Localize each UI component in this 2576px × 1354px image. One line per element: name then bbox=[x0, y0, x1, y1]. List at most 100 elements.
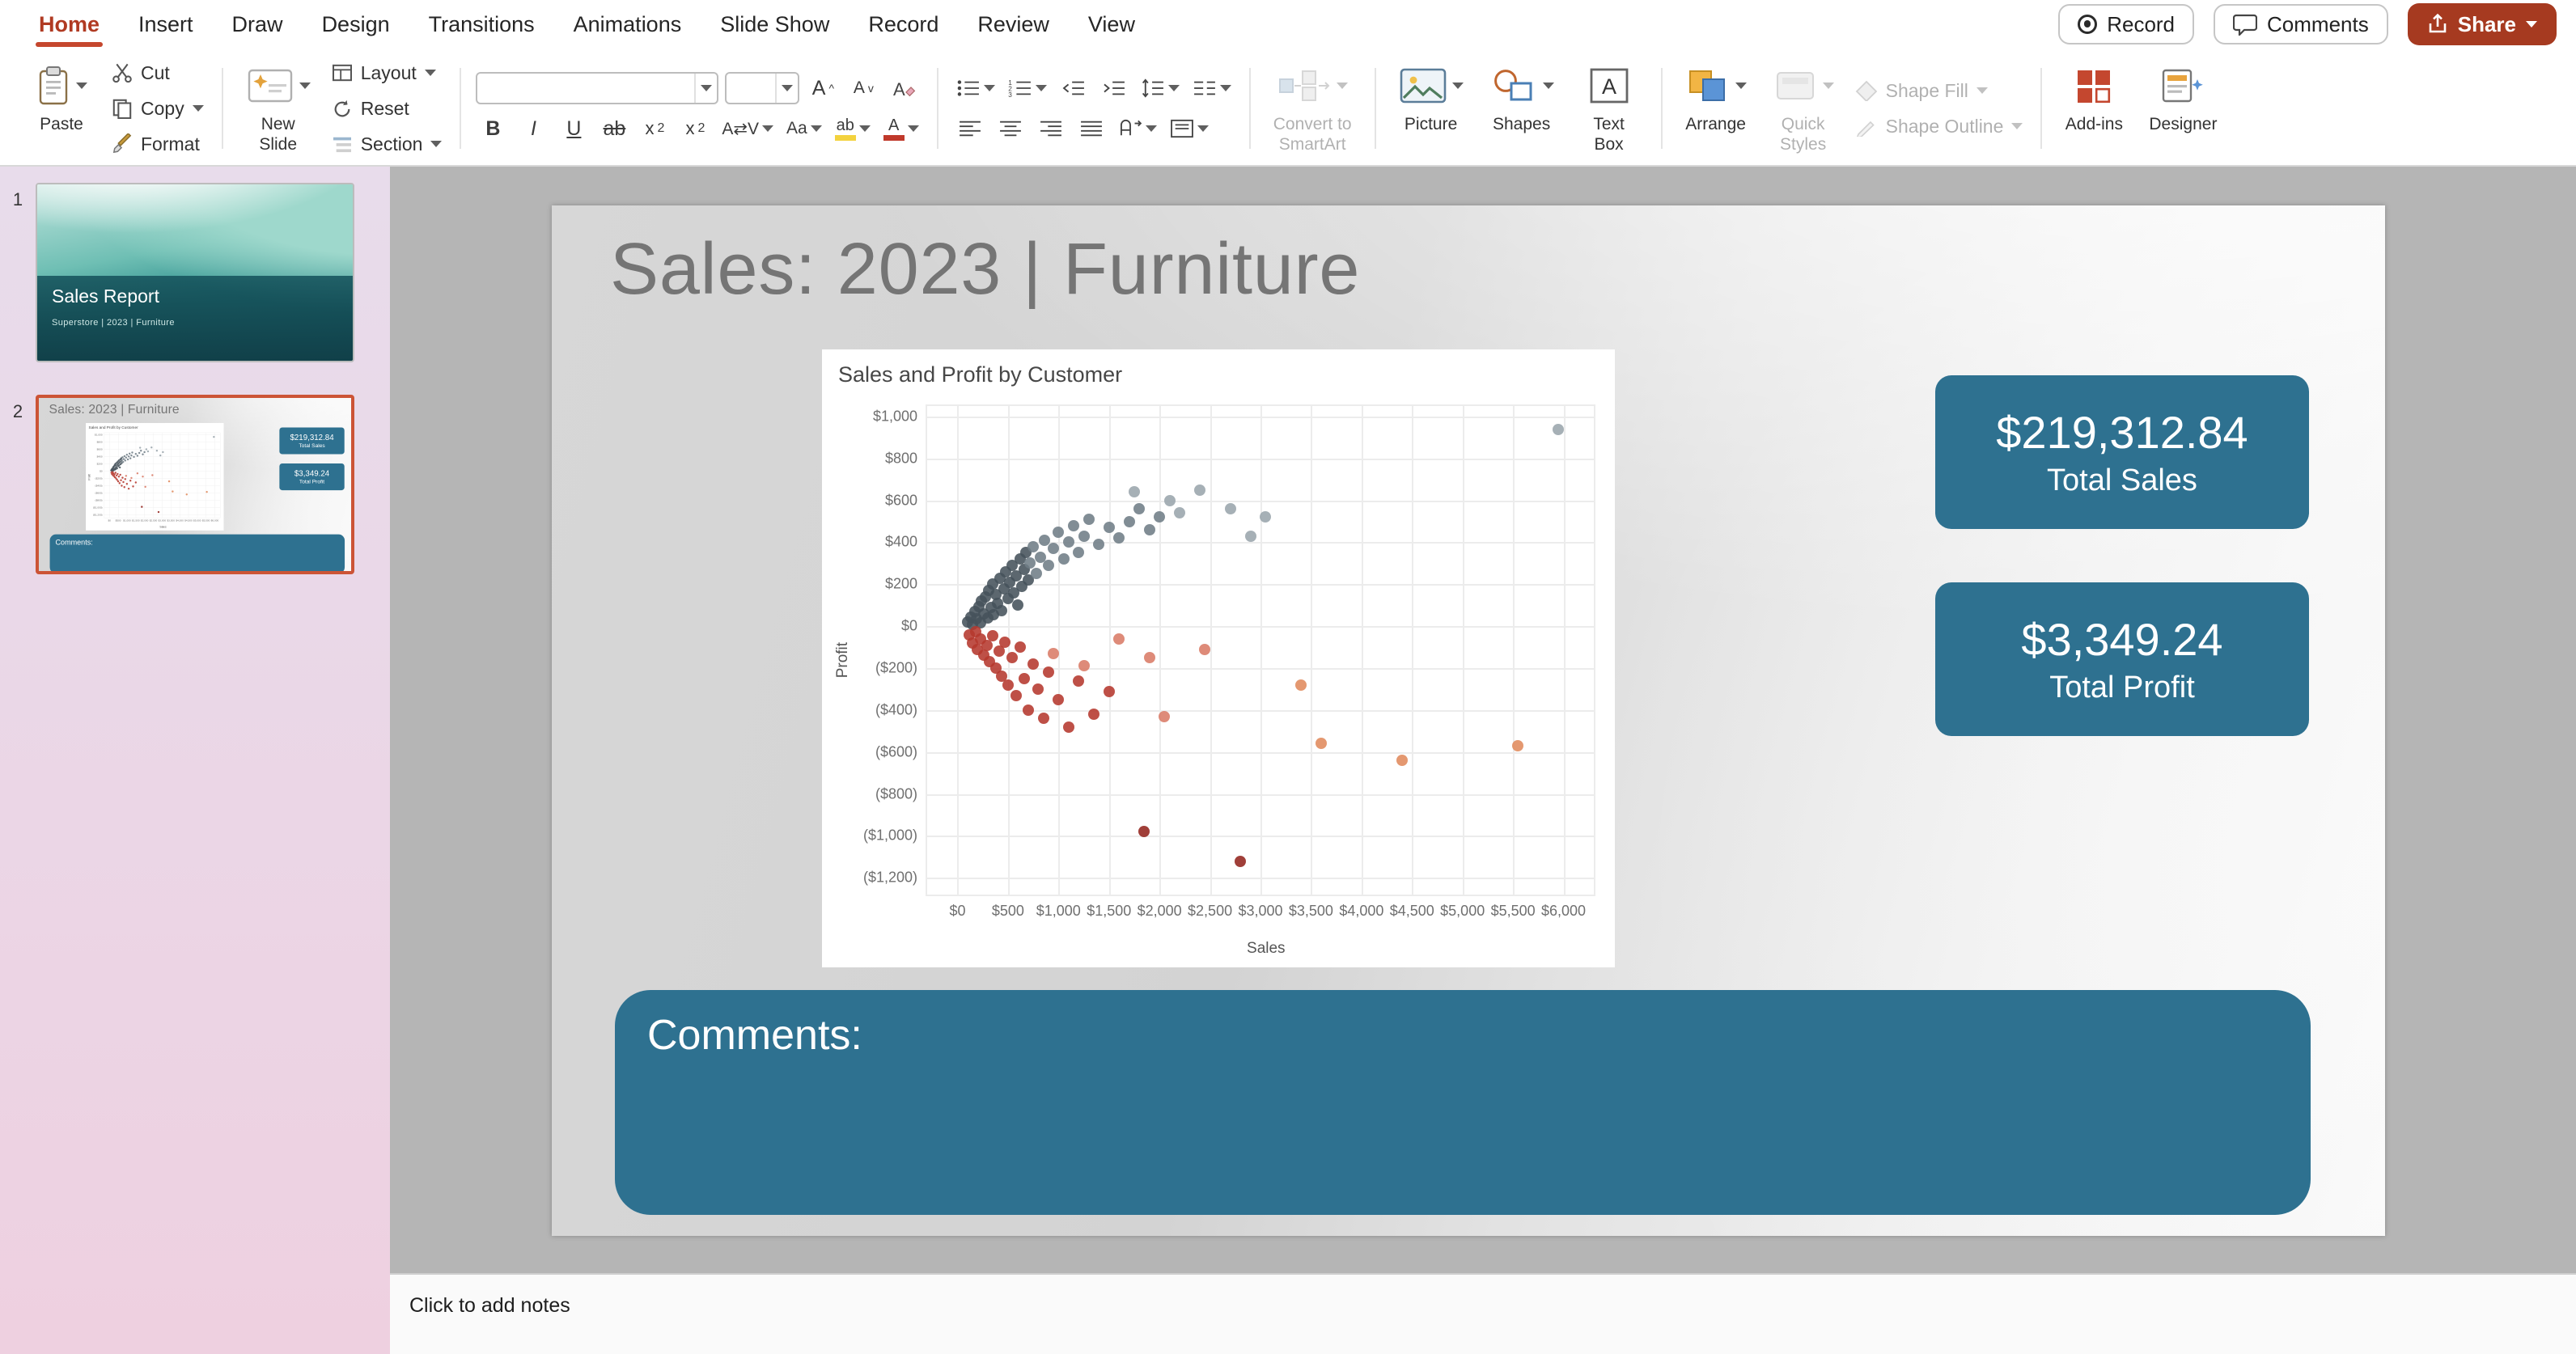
shapes-button[interactable]: Shapes bbox=[1481, 53, 1562, 163]
paste-button[interactable]: Paste bbox=[24, 53, 99, 163]
format-painter-icon bbox=[112, 133, 132, 154]
designer-icon bbox=[2163, 69, 2204, 103]
arrange-button[interactable]: Arrange bbox=[1677, 53, 1755, 163]
font-color-button[interactable]: A bbox=[880, 112, 922, 145]
slide-1-thumbnail[interactable]: Sales Report Superstore | 2023 | Furnitu… bbox=[36, 183, 354, 362]
editor-column: Sales: 2023 | Furniture Sales and Profit… bbox=[390, 167, 2576, 1354]
change-case-chevron-icon bbox=[810, 125, 822, 132]
bullets-chevron-icon bbox=[983, 85, 995, 91]
subscript-button[interactable]: x2 bbox=[678, 112, 712, 145]
notes-pane[interactable]: Click to add notes bbox=[390, 1273, 2576, 1354]
slide-canvas[interactable]: Sales: 2023 | Furniture Sales and Profit… bbox=[552, 205, 2385, 1236]
slide-1-title-band: Sales Report Superstore | 2023 | Furnitu… bbox=[37, 276, 353, 361]
slide-2-thumbnail[interactable]: Sales: 2023 | Furniture Sales and Profit… bbox=[36, 395, 354, 574]
share-button[interactable]: Share bbox=[2407, 3, 2557, 45]
designer-button[interactable]: Designer bbox=[2141, 53, 2225, 163]
tab-view[interactable]: View bbox=[1069, 0, 1155, 49]
superscript-button[interactable]: x2 bbox=[638, 112, 672, 145]
tab-home[interactable]: Home bbox=[19, 0, 119, 49]
character-spacing-button[interactable]: A⇄V bbox=[718, 112, 777, 145]
numbering-button[interactable]: 1 2 3 bbox=[1005, 72, 1050, 104]
layout-chevron-icon bbox=[424, 70, 436, 76]
tab-insert[interactable]: Insert bbox=[119, 0, 213, 49]
record-button[interactable]: Record bbox=[2058, 4, 2195, 44]
line-spacing-button[interactable] bbox=[1138, 72, 1183, 104]
section-button[interactable]: Section bbox=[328, 129, 446, 159]
total-sales-kpi-box[interactable]: $219,312.84 Total Sales bbox=[1935, 375, 2309, 529]
justify-button[interactable] bbox=[1074, 112, 1108, 145]
text-box-button[interactable]: A Text Box bbox=[1572, 53, 1646, 163]
comments-textbox: Comments: bbox=[49, 534, 345, 571]
clipboard-group: Paste Cut Copy Format bbox=[13, 52, 218, 165]
align-left-icon bbox=[959, 121, 981, 137]
font-group: A ^ Av A B I U ab x2 x2 A⇄V Aa ab A bbox=[464, 52, 933, 165]
text-direction-button[interactable] bbox=[1115, 112, 1160, 145]
add-ins-button[interactable]: Add-ins bbox=[2057, 53, 2131, 163]
copy-label: Copy bbox=[141, 97, 184, 119]
convert-to-smartart-icon bbox=[1279, 70, 1330, 101]
tab-slide-show[interactable]: Slide Show bbox=[701, 0, 849, 49]
tab-design[interactable]: Design bbox=[303, 0, 409, 49]
arrange-group: Arrange Quick Styles Shape Fill Shape Ou… bbox=[1666, 52, 2038, 165]
tab-review[interactable]: Review bbox=[958, 0, 1069, 49]
paste-chevron-icon bbox=[76, 83, 87, 89]
chart-x-axis-label: Sales bbox=[1247, 940, 1286, 957]
bold-button[interactable]: B bbox=[476, 112, 510, 145]
convert-to-smartart-button[interactable]: Convert to SmartArt bbox=[1265, 53, 1360, 163]
align-text-icon bbox=[1170, 119, 1193, 138]
bullets-button[interactable] bbox=[953, 72, 998, 104]
copy-chevron-icon bbox=[192, 105, 204, 112]
tab-transitions[interactable]: Transitions bbox=[409, 0, 554, 49]
share-chevron-icon bbox=[2526, 21, 2537, 28]
copy-button[interactable]: Copy bbox=[108, 94, 207, 123]
shape-fill-button[interactable]: Shape Fill bbox=[1852, 76, 2027, 105]
format-painter-button[interactable]: Format bbox=[108, 129, 207, 159]
underline-button[interactable]: U bbox=[557, 112, 591, 145]
line-spacing-chevron-icon bbox=[1167, 85, 1180, 91]
quick-styles-button[interactable]: Quick Styles bbox=[1765, 53, 1842, 163]
reset-button[interactable]: Reset bbox=[328, 94, 446, 123]
increase-font-size-button[interactable]: A ^ bbox=[806, 72, 840, 104]
slide-editor-canvas[interactable]: Sales: 2023 | Furniture Sales and Profit… bbox=[390, 167, 2576, 1273]
comments-textbox[interactable]: Comments: bbox=[615, 990, 2311, 1215]
font-size-combo[interactable] bbox=[725, 72, 800, 104]
new-slide-button[interactable]: New Slide bbox=[238, 53, 319, 163]
font-size-input[interactable] bbox=[727, 74, 776, 103]
text-highlight-button[interactable]: ab bbox=[832, 112, 874, 145]
quick-styles-label: Quick Styles bbox=[1780, 115, 1827, 154]
tab-record[interactable]: Record bbox=[849, 0, 958, 49]
slide-title-textbox[interactable]: Sales: 2023 | Furniture bbox=[610, 228, 1360, 311]
record-icon bbox=[2078, 15, 2098, 34]
align-center-button[interactable] bbox=[994, 112, 1027, 145]
text-highlight-chevron-icon bbox=[858, 125, 871, 132]
sales-profit-scatter-chart[interactable]: Sales and Profit by Customer $0 $500 $1,00… bbox=[822, 349, 1615, 967]
layout-button[interactable]: Layout bbox=[328, 58, 446, 87]
new-slide-label: New Slide bbox=[259, 115, 298, 154]
italic-button[interactable]: I bbox=[516, 112, 550, 145]
font-name-combo[interactable] bbox=[476, 72, 719, 104]
strikethrough-button[interactable]: ab bbox=[597, 112, 631, 145]
font-name-input[interactable] bbox=[477, 74, 695, 103]
add-ins-label: Add-ins bbox=[2065, 115, 2123, 133]
total-profit-kpi-box[interactable]: $3,349.24 Total Profit bbox=[1935, 582, 2309, 736]
align-left-button[interactable] bbox=[953, 112, 987, 145]
total-profit-kpi-box: $3,349.24 Total Profit bbox=[279, 463, 345, 491]
decrease-indent-button[interactable] bbox=[1057, 72, 1091, 104]
decrease-font-size-button[interactable]: Av bbox=[846, 72, 880, 104]
change-case-button[interactable]: Aa bbox=[783, 112, 825, 145]
align-text-button[interactable] bbox=[1167, 112, 1212, 145]
cut-button[interactable]: Cut bbox=[108, 58, 207, 87]
shape-outline-button[interactable]: Shape Outline bbox=[1852, 112, 2027, 141]
picture-label: Picture bbox=[1404, 115, 1458, 133]
comments-button[interactable]: Comments bbox=[2214, 4, 2388, 44]
increase-indent-button[interactable] bbox=[1097, 72, 1131, 104]
align-right-button[interactable] bbox=[1034, 112, 1068, 145]
columns-button[interactable] bbox=[1189, 72, 1235, 104]
increase-indent-icon bbox=[1104, 81, 1125, 95]
picture-button[interactable]: Picture bbox=[1391, 53, 1472, 163]
clear-formatting-button[interactable]: A bbox=[887, 72, 921, 104]
tab-animations[interactable]: Animations bbox=[554, 0, 701, 49]
section-label: Section bbox=[360, 133, 423, 154]
add-ins-icon bbox=[2078, 70, 2111, 104]
tab-draw[interactable]: Draw bbox=[213, 0, 303, 49]
